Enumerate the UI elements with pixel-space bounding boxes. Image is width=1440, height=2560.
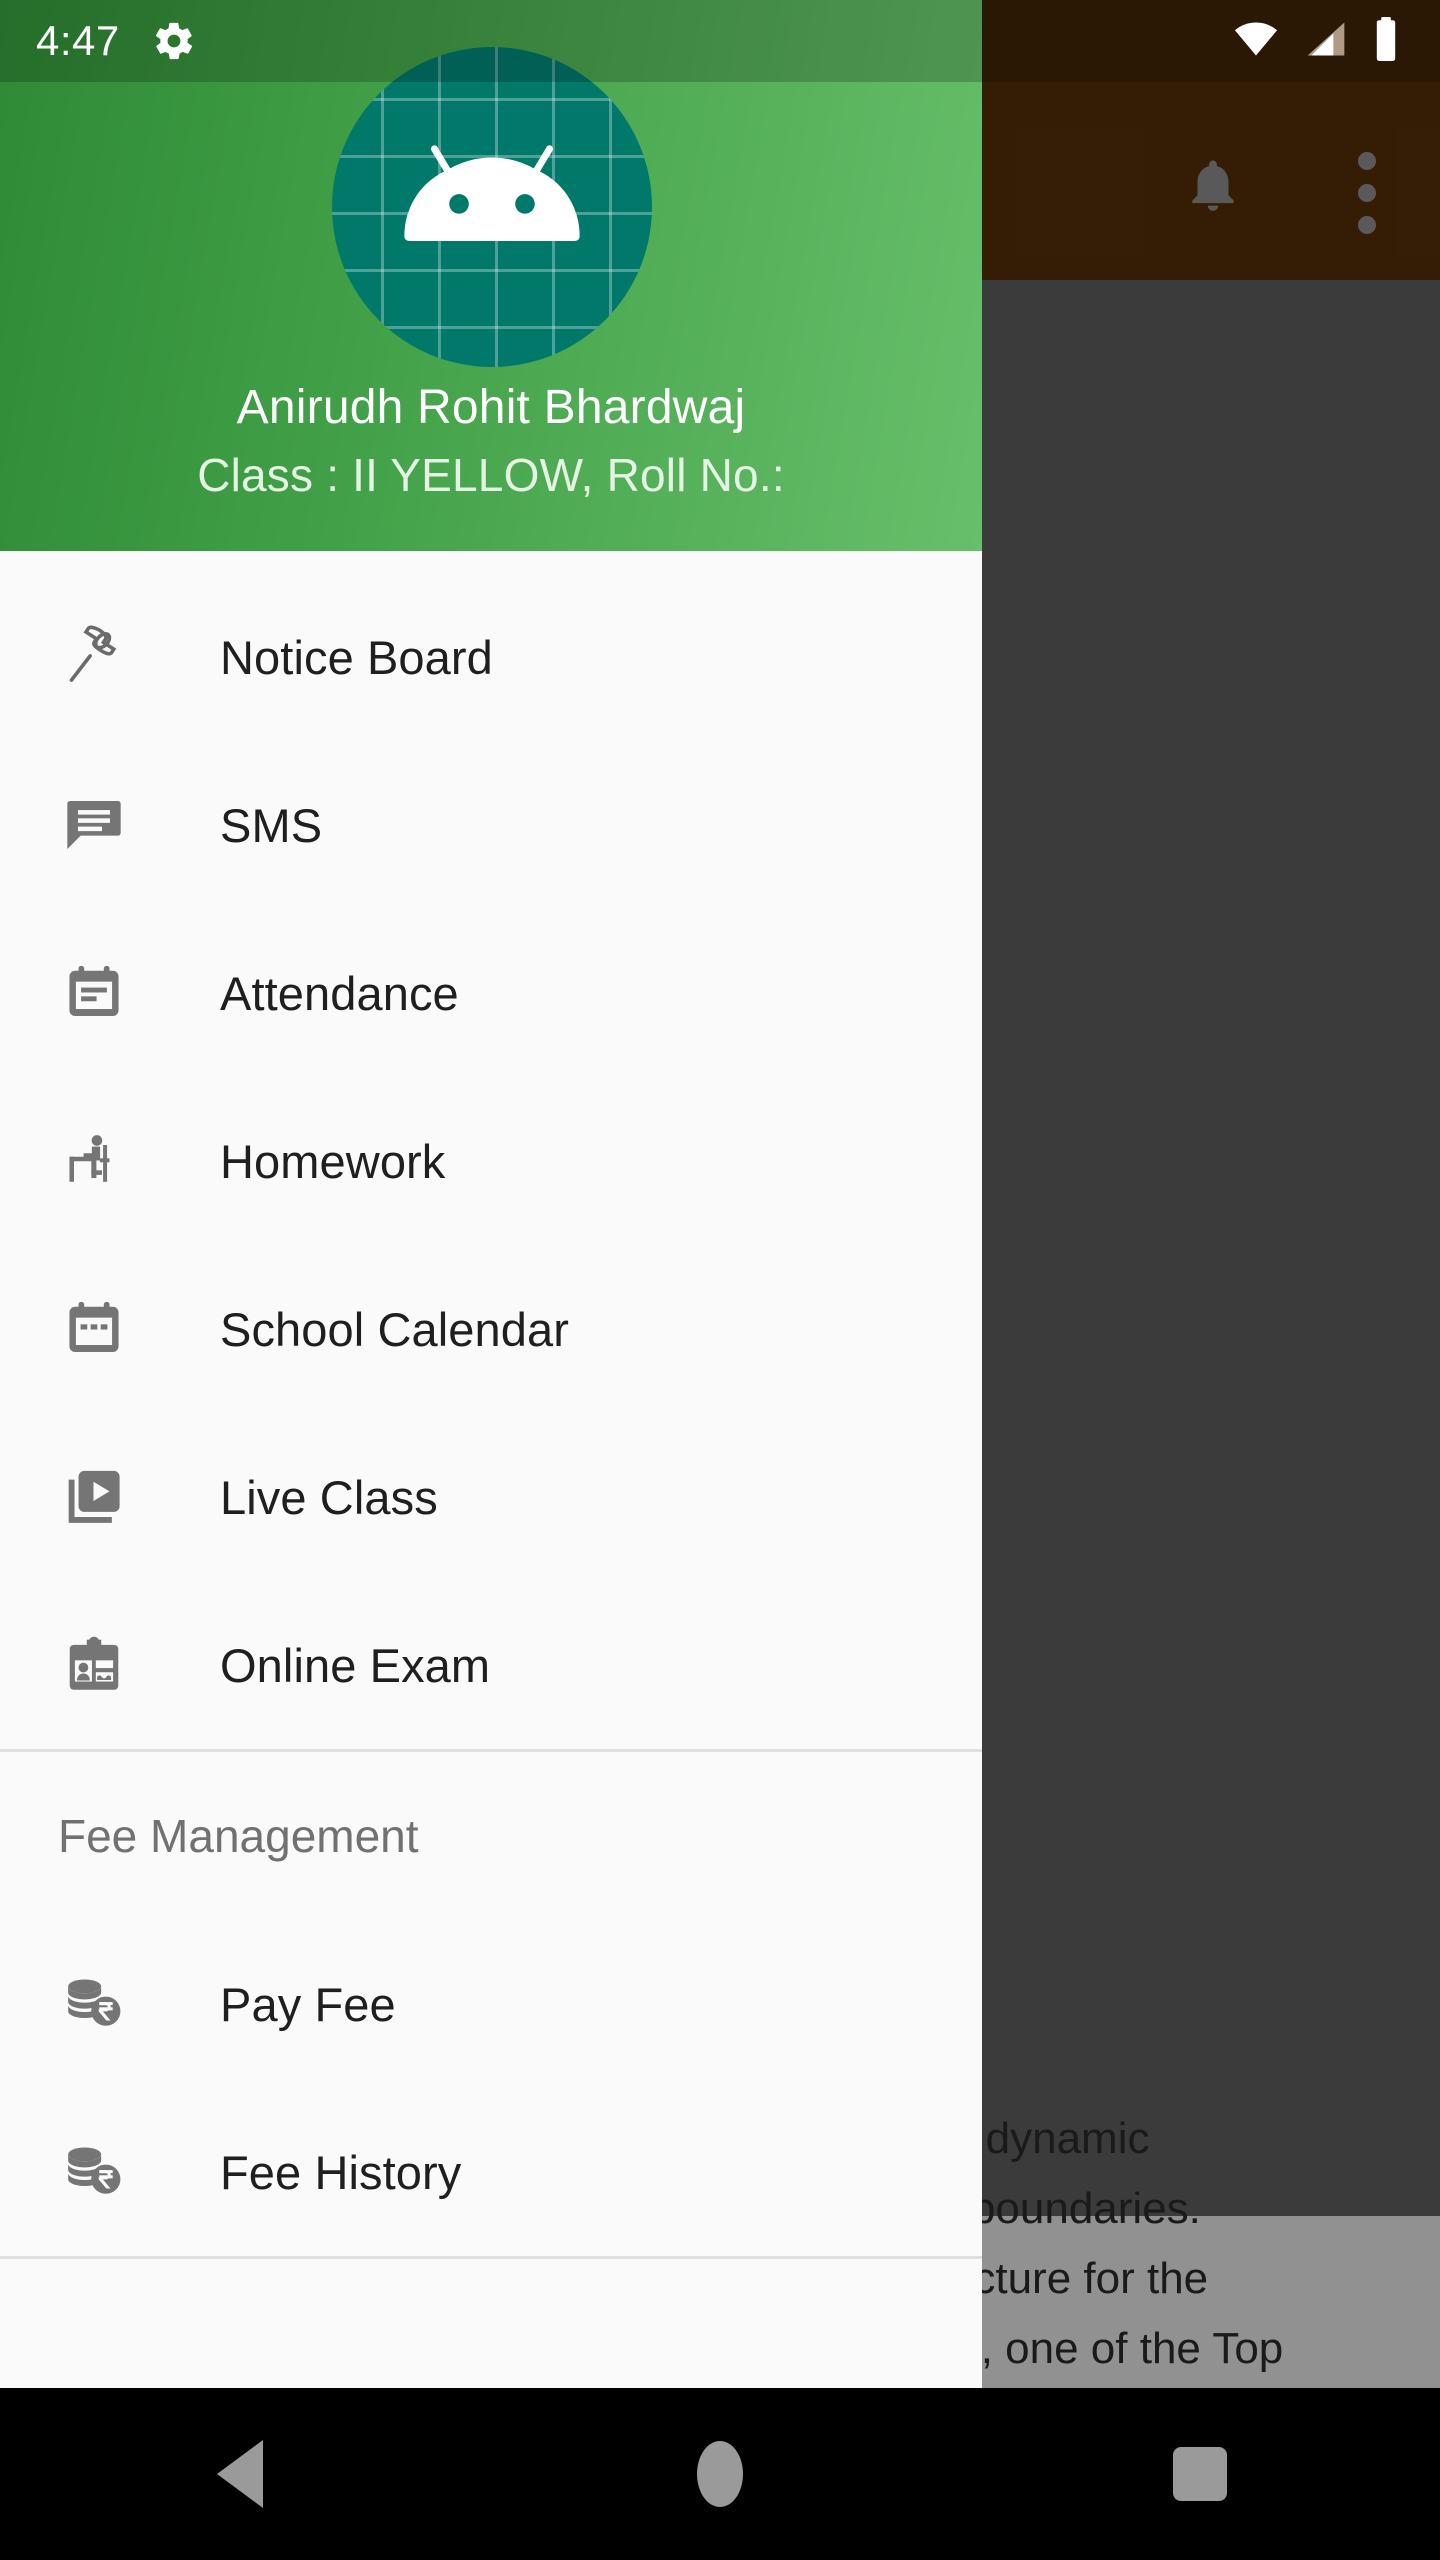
phone-screen: a and dynamic nal boundaries. structure … bbox=[0, 0, 1440, 2560]
drawer-item-notice-board[interactable]: Notice Board bbox=[0, 573, 982, 741]
drawer-item-pay-fee[interactable]: Pay Fee bbox=[0, 1920, 982, 2088]
calendar-icon bbox=[58, 1293, 130, 1365]
student-name: Anirudh Rohit Bhardwaj bbox=[236, 381, 746, 434]
wifi-icon bbox=[1232, 17, 1280, 66]
notification-bell-icon[interactable] bbox=[1182, 150, 1244, 225]
overflow-menu-icon[interactable] bbox=[1358, 152, 1376, 248]
rupee-coins-icon bbox=[58, 1968, 130, 2040]
drawer-item-homework[interactable]: Homework bbox=[0, 1077, 982, 1245]
drawer-item-sms[interactable]: SMS bbox=[0, 741, 982, 909]
drawer-item-label: Notice Board bbox=[220, 630, 493, 684]
drawer-item-fee-history[interactable]: Fee History bbox=[0, 2088, 982, 2256]
status-bar-right bbox=[1232, 15, 1440, 68]
pushpin-icon bbox=[58, 621, 130, 693]
drawer-item-attendance[interactable]: Attendance bbox=[0, 909, 982, 1077]
gear-icon[interactable] bbox=[152, 19, 196, 63]
status-bar: 4:47 bbox=[0, 0, 1440, 82]
home-circle-icon bbox=[697, 2441, 743, 2507]
drawer-header: Anirudh Rohit Bhardwaj Class : II YELLOW… bbox=[0, 0, 982, 551]
drawer-item-label: Attendance bbox=[220, 966, 459, 1020]
drawer-item-label: SMS bbox=[220, 798, 323, 852]
drawer-item-label: Live Class bbox=[220, 1470, 438, 1524]
rupee-coins-icon bbox=[58, 2136, 130, 2208]
attendance-card-icon bbox=[58, 957, 130, 1029]
message-bubble-icon bbox=[58, 789, 130, 861]
clock: 4:47 bbox=[36, 17, 120, 64]
drawer-item-label: Online Exam bbox=[220, 1638, 491, 1692]
drawer-item-label: Fee History bbox=[220, 2145, 462, 2199]
nav-recents-button[interactable] bbox=[960, 2447, 1440, 2501]
drawer-item-label: Pay Fee bbox=[220, 1977, 396, 2031]
back-triangle-icon bbox=[217, 2440, 263, 2508]
battery-icon bbox=[1372, 15, 1400, 68]
drawer-item-online-exam[interactable]: Online Exam bbox=[0, 1581, 982, 1749]
fee-section-title: Fee Management bbox=[58, 1810, 419, 1862]
video-library-icon bbox=[58, 1461, 130, 1533]
android-robot-avatar[interactable] bbox=[332, 47, 652, 367]
student-class-roll: Class : II YELLOW, Roll No.: bbox=[197, 449, 785, 501]
nav-back-button[interactable] bbox=[0, 2440, 480, 2508]
navigation-drawer: Anirudh Rohit Bhardwaj Class : II YELLOW… bbox=[0, 0, 982, 2388]
recents-square-icon bbox=[1173, 2447, 1227, 2501]
android-navigation-bar bbox=[0, 2388, 1440, 2560]
drawer-primary-menu: Notice Board SMS Attendance Homework Sch… bbox=[0, 551, 982, 1749]
nav-home-button[interactable] bbox=[480, 2441, 960, 2507]
drawer-item-label: Homework bbox=[220, 1134, 446, 1188]
status-bar-left: 4:47 bbox=[0, 17, 196, 65]
drawer-fee-section: Fee Management Pay Fee Fee History bbox=[0, 1752, 982, 2256]
drawer-tail-space bbox=[0, 2259, 982, 2311]
id-clipboard-icon bbox=[58, 1629, 130, 1701]
drawer-item-live-class[interactable]: Live Class bbox=[0, 1413, 982, 1581]
drawer-item-label: School Calendar bbox=[220, 1302, 569, 1356]
cellular-signal-icon bbox=[1302, 17, 1350, 66]
student-desk-icon bbox=[58, 1125, 130, 1197]
drawer-item-school-calendar[interactable]: School Calendar bbox=[0, 1245, 982, 1413]
